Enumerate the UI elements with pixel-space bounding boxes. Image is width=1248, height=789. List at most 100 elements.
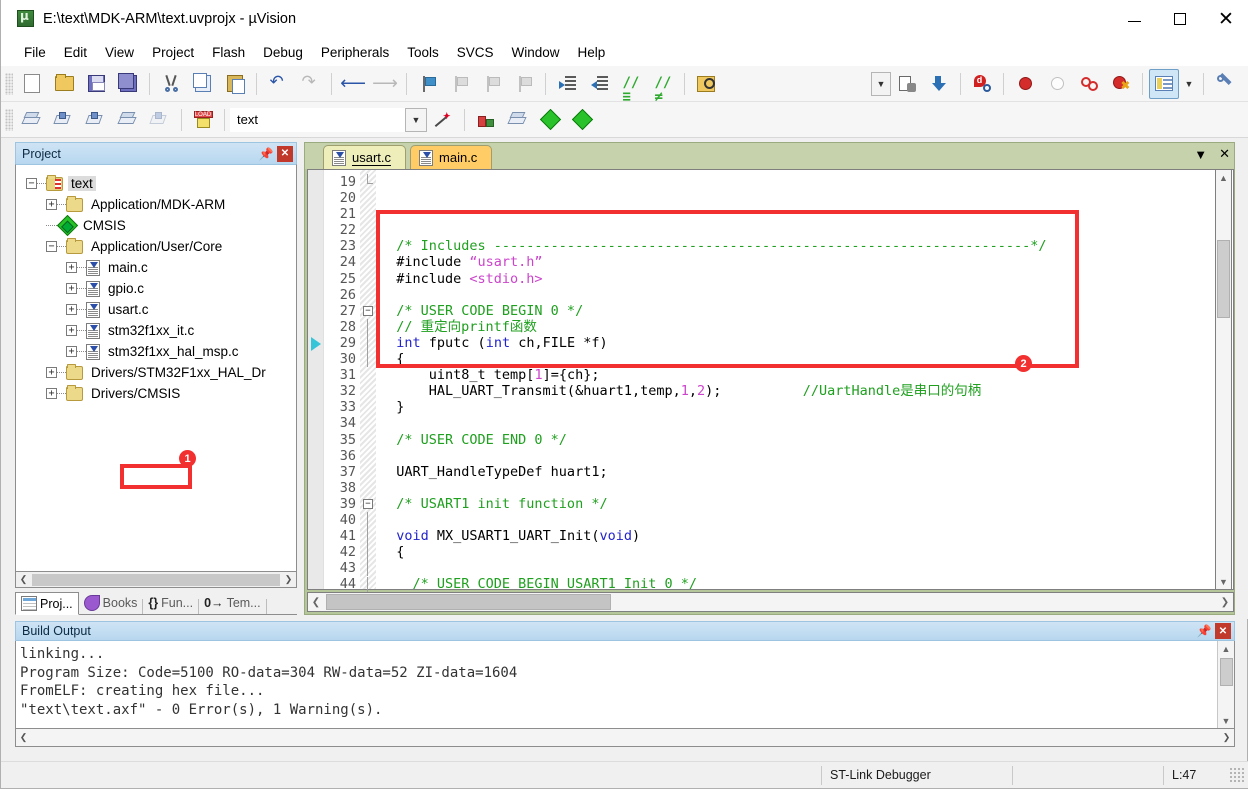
- menu-peripherals[interactable]: Peripherals: [312, 42, 398, 63]
- window-layout-dropdown[interactable]: ▼: [1181, 69, 1197, 99]
- scroll-thumb[interactable]: [1219, 658, 1233, 686]
- translate-button[interactable]: [17, 105, 47, 135]
- new-file-button[interactable]: [17, 69, 47, 99]
- bookmark-toggle-button[interactable]: [413, 69, 443, 99]
- close-button[interactable]: ✕: [1203, 0, 1248, 38]
- scroll-right-icon[interactable]: ❯: [1219, 731, 1234, 745]
- tree-expand-icon[interactable]: +: [66, 325, 77, 336]
- tree-node-text[interactable]: − text: [26, 173, 296, 194]
- project-tree[interactable]: − text + Application/MDK-ARM CMSIS − Applicati…: [15, 164, 297, 572]
- tree-expand-icon[interactable]: +: [46, 367, 57, 378]
- editor-tab-list-dropdown[interactable]: ▼: [1194, 147, 1207, 162]
- breakpoint-kill-all-button[interactable]: ✖: [1106, 69, 1136, 99]
- build-output-body[interactable]: linking... Program Size: Code=5100 RO-dat…: [15, 641, 1235, 729]
- menu-help[interactable]: Help: [569, 42, 615, 63]
- maximize-button[interactable]: [1157, 0, 1203, 38]
- debug-settings-button[interactable]: [892, 69, 922, 99]
- tree-node-application-mdk-arm[interactable]: + Application/MDK-ARM: [26, 194, 296, 215]
- bookmark-clear-button[interactable]: [509, 69, 539, 99]
- rebuild-button[interactable]: [81, 105, 111, 135]
- scroll-down-icon[interactable]: ▼: [1219, 713, 1234, 728]
- pin-icon[interactable]: 📌: [259, 146, 274, 162]
- tree-collapse-icon[interactable]: −: [26, 178, 37, 189]
- find-in-files-button[interactable]: [691, 69, 721, 99]
- tree-node-usart-c[interactable]: + usart.c: [26, 299, 296, 320]
- tree-expand-icon[interactable]: +: [66, 262, 77, 273]
- scroll-thumb[interactable]: [1217, 240, 1230, 318]
- navigate-back-button[interactable]: ⟵: [338, 69, 368, 99]
- resize-grip[interactable]: [1229, 767, 1245, 783]
- copy-button[interactable]: [188, 69, 218, 99]
- comment-button[interactable]: //≡: [616, 69, 646, 104]
- bookmark-prev-button[interactable]: [445, 69, 475, 99]
- scroll-up-icon[interactable]: ▲: [1216, 170, 1231, 185]
- scroll-right-icon[interactable]: ❯: [281, 573, 296, 587]
- cut-button[interactable]: [156, 69, 186, 99]
- indent-button[interactable]: [552, 69, 582, 99]
- tree-node-application-user-core[interactable]: − Application/User/Core: [26, 236, 296, 257]
- manage-components-button[interactable]: [503, 105, 533, 135]
- pin-icon[interactable]: 📌: [1197, 623, 1212, 639]
- editor-close-button[interactable]: ✕: [1219, 146, 1230, 162]
- editor-tab-usart-c[interactable]: usart.c: [323, 145, 407, 169]
- scroll-left-icon[interactable]: ❮: [308, 593, 324, 611]
- tree-expand-icon[interactable]: +: [66, 283, 77, 294]
- bookmark-next-button[interactable]: [477, 69, 507, 99]
- fold-collapse-icon[interactable]: −: [363, 499, 373, 509]
- stop-build-button[interactable]: [145, 105, 175, 135]
- tab-books[interactable]: Books: [79, 592, 143, 614]
- scroll-thumb[interactable]: [32, 573, 280, 586]
- menu-debug[interactable]: Debug: [254, 42, 312, 63]
- breakpoint-button[interactable]: [1010, 69, 1040, 99]
- scroll-thumb[interactable]: [326, 594, 611, 610]
- tree-node-stm32f1xx-hal-msp-c[interactable]: + stm32f1xx_hal_msp.c: [26, 341, 296, 362]
- build-button[interactable]: [49, 105, 79, 135]
- minimize-button[interactable]: [1111, 0, 1157, 38]
- menu-edit[interactable]: Edit: [55, 42, 96, 63]
- editor-vscrollbar[interactable]: ▲ ▼: [1215, 169, 1232, 590]
- pack-installer-button[interactable]: [567, 105, 597, 135]
- uncomment-button[interactable]: //≠: [648, 69, 678, 104]
- tab-project[interactable]: Proj...: [15, 592, 79, 615]
- undo-button[interactable]: ↶: [263, 69, 293, 99]
- tree-expand-icon[interactable]: +: [66, 346, 77, 357]
- breakpoint-margin[interactable]: [308, 170, 324, 589]
- start-debug-button[interactable]: d: [967, 69, 997, 99]
- toolbar-grip[interactable]: [5, 72, 13, 95]
- download-to-flash-button[interactable]: LOAD: [188, 105, 218, 135]
- tab-templates[interactable]: 0→ Tem...: [199, 592, 266, 614]
- tree-expand-icon[interactable]: +: [46, 388, 57, 399]
- editor-hscrollbar[interactable]: ❮ ❯: [307, 592, 1234, 612]
- save-button[interactable]: [81, 69, 111, 99]
- breakpoint-disable-button[interactable]: [1042, 69, 1072, 99]
- tree-node-drivers-stm32f1xx-hal-dr[interactable]: + Drivers/STM32F1xx_HAL_Dr: [26, 362, 296, 383]
- menu-view[interactable]: View: [96, 42, 143, 63]
- toolbar-overflow-dropdown[interactable]: ▼: [871, 71, 891, 96]
- outdent-button[interactable]: [584, 69, 614, 99]
- close-icon[interactable]: ✕: [277, 145, 293, 162]
- tree-node-main-c[interactable]: + main.c: [26, 257, 296, 278]
- code-text[interactable]: /* Includes ----------------------------…: [376, 170, 1233, 589]
- code-editor[interactable]: 19 20 21 22 23 24 25 26 27 28 29 30 31 32 33 34 35 36 37 38…: [307, 169, 1234, 593]
- close-icon[interactable]: ✕: [1215, 623, 1231, 639]
- target-options-button[interactable]: ✦: [428, 105, 458, 135]
- tree-expand-icon[interactable]: +: [66, 304, 77, 315]
- open-file-button[interactable]: [49, 69, 79, 99]
- save-all-button[interactable]: [113, 69, 143, 99]
- redo-button[interactable]: ↷: [295, 69, 325, 99]
- tree-node-stm32f1xx-it-c[interactable]: + stm32f1xx_it.c: [26, 320, 296, 341]
- batch-build-button[interactable]: [113, 105, 143, 135]
- menu-svcs[interactable]: SVCS: [448, 42, 503, 63]
- paste-button[interactable]: [220, 69, 250, 99]
- scroll-right-icon[interactable]: ❯: [1217, 593, 1233, 611]
- menu-flash[interactable]: Flash: [203, 42, 254, 63]
- tree-node-drivers-cmsis[interactable]: + Drivers/CMSIS: [26, 383, 296, 404]
- menu-tools[interactable]: Tools: [398, 42, 448, 63]
- project-tree-hscrollbar[interactable]: ❮ ❯: [15, 572, 297, 588]
- run-time-environment-button[interactable]: [535, 105, 565, 135]
- tree-node-cmsis[interactable]: CMSIS: [26, 214, 296, 237]
- build-output-hscrollbar[interactable]: ❮ ❯: [15, 729, 1235, 747]
- tree-node-gpio-c[interactable]: + gpio.c: [26, 278, 296, 299]
- tree-collapse-icon[interactable]: −: [46, 241, 57, 252]
- code-folding-margin[interactable]: − −: [360, 170, 376, 593]
